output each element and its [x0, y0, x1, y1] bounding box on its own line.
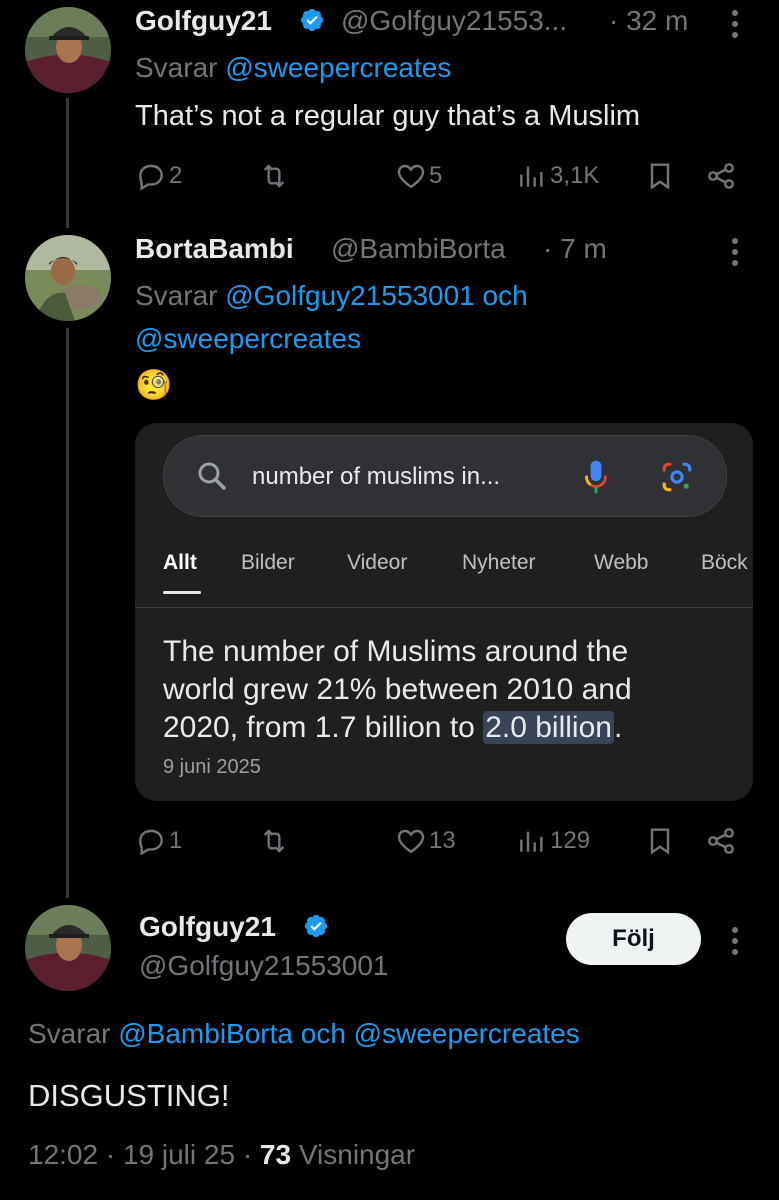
reply-context: Svarar @Golfguy21553001 och [135, 280, 528, 312]
avatar[interactable] [25, 905, 111, 991]
like-count: 5 [429, 162, 443, 189]
display-name[interactable]: BortaBambi [135, 233, 294, 265]
heart-icon [397, 164, 425, 189]
share-button[interactable] [705, 158, 737, 194]
avatar[interactable] [25, 235, 111, 321]
reply-count: 1 [169, 827, 183, 854]
handle[interactable]: @BambiBorta [331, 233, 506, 265]
search-icon [198, 462, 226, 490]
tweet-time[interactable]: 12:02 · 19 juli 25 · [28, 1139, 260, 1170]
reply-context: Svarar @sweepercreates [135, 52, 451, 84]
bookmark-icon [650, 163, 670, 190]
timestamp[interactable]: · 7 m [543, 233, 607, 265]
mention-link[interactable]: @sweepercreates [354, 1018, 580, 1049]
tab-web: Webb [594, 551, 649, 574]
tweet-text: That’s not a regular guy that’s a Muslim [135, 100, 641, 132]
view-count: 73 [259, 1139, 292, 1170]
thread-line [66, 328, 69, 898]
tab-videos: Videor [347, 551, 408, 574]
display-name[interactable]: Golfguy21 [135, 5, 272, 37]
snippet-highlight: 2.0 billion [483, 711, 614, 744]
attached-image[interactable]: number of muslims in... Allt Bilder Vide… [135, 423, 753, 801]
verified-badge-icon [304, 914, 328, 938]
handle[interactable]: @Golfguy21553001 [139, 950, 389, 982]
reply-prefix: Svarar [135, 52, 226, 83]
views-button[interactable]: 3,1K [516, 158, 599, 194]
like-button[interactable]: 13 [395, 823, 456, 859]
bookmark-button[interactable] [644, 823, 676, 859]
retweet-button[interactable] [258, 823, 290, 859]
active-tab-indicator [163, 591, 201, 594]
tweet-emoji: 🧐 [135, 369, 173, 402]
heart-icon [397, 829, 425, 854]
tab-images: Bilder [241, 551, 295, 574]
share-icon [708, 163, 734, 189]
verified-badge-icon [300, 8, 324, 32]
search-snippet: The number of Muslims around the world g… [163, 633, 733, 747]
handle[interactable]: @Golfguy21553... [341, 5, 567, 37]
reply-icon [139, 164, 163, 191]
views-button[interactable]: 129 [516, 823, 590, 859]
tab-news: Nyheter [462, 551, 536, 574]
view-count: 129 [550, 827, 591, 854]
more-options-icon[interactable] [732, 10, 740, 43]
mention-link[interactable]: @sweepercreates [225, 52, 451, 83]
views-icon [520, 166, 543, 187]
retweet-button[interactable] [258, 158, 290, 194]
avatar[interactable] [25, 7, 111, 93]
reply-prefix: Svarar [28, 1018, 119, 1049]
share-icon [708, 828, 734, 854]
snippet-line-1: The number of Muslims around the [163, 635, 629, 668]
snippet-line-2: world grew 21% between 2010 and [163, 673, 632, 706]
like-count: 13 [429, 827, 456, 854]
more-options-icon[interactable] [732, 238, 740, 271]
bookmark-button[interactable] [644, 158, 676, 194]
reply-prefix: Svarar [135, 280, 226, 311]
tab-books: Böck [701, 551, 748, 574]
like-button[interactable]: 5 [395, 158, 442, 194]
snippet-line-3: 2020, from 1.7 billion to 2.0 billion. [163, 709, 733, 747]
reply-conjunction: och [292, 1018, 354, 1049]
bookmark-icon [650, 828, 670, 855]
retweet-icon [263, 164, 285, 188]
timestamp[interactable]: · 32 m [609, 5, 688, 37]
more-options-icon[interactable] [732, 927, 740, 960]
tweet-metadata: 12:02 · 19 juli 25 · 73 Visningar [28, 1139, 415, 1171]
mention-link[interactable]: @Golfguy21553001 och [225, 280, 527, 311]
views-icon [520, 831, 543, 852]
search-bar: number of muslims in... [163, 435, 727, 517]
snippet-line-3-post: . [613, 711, 623, 744]
tab-all: Allt [163, 551, 197, 574]
mention-link[interactable]: @sweepercreates [135, 323, 361, 355]
share-button[interactable] [705, 823, 737, 859]
reply-context: Svarar @BambiBorta och @sweepercreates [28, 1018, 580, 1050]
follow-button[interactable]: Följ [566, 913, 701, 965]
reply-button[interactable]: 1 [135, 823, 182, 859]
reply-button[interactable]: 2 [135, 158, 182, 194]
search-query: number of muslims in... [252, 463, 501, 490]
views-label: Visningar [291, 1139, 416, 1170]
snippet-line-3-pre: 2020, from 1.7 billion to [163, 711, 484, 744]
view-count: 3,1K [550, 162, 600, 189]
google-lens-icon [662, 462, 692, 492]
tweet-text: DISGUSTING! [28, 1078, 230, 1113]
thread-line [66, 98, 69, 228]
search-tabs: Allt Bilder Videor Nyheter Webb Böck [135, 543, 753, 608]
microphone-icon [585, 460, 607, 494]
reply-count: 2 [169, 162, 183, 189]
snippet-date: 9 juni 2025 [163, 756, 261, 778]
reply-icon [139, 829, 163, 856]
retweet-icon [263, 829, 285, 853]
mention-link[interactable]: @BambiBorta [118, 1018, 293, 1049]
display-name[interactable]: Golfguy21 [139, 911, 276, 943]
